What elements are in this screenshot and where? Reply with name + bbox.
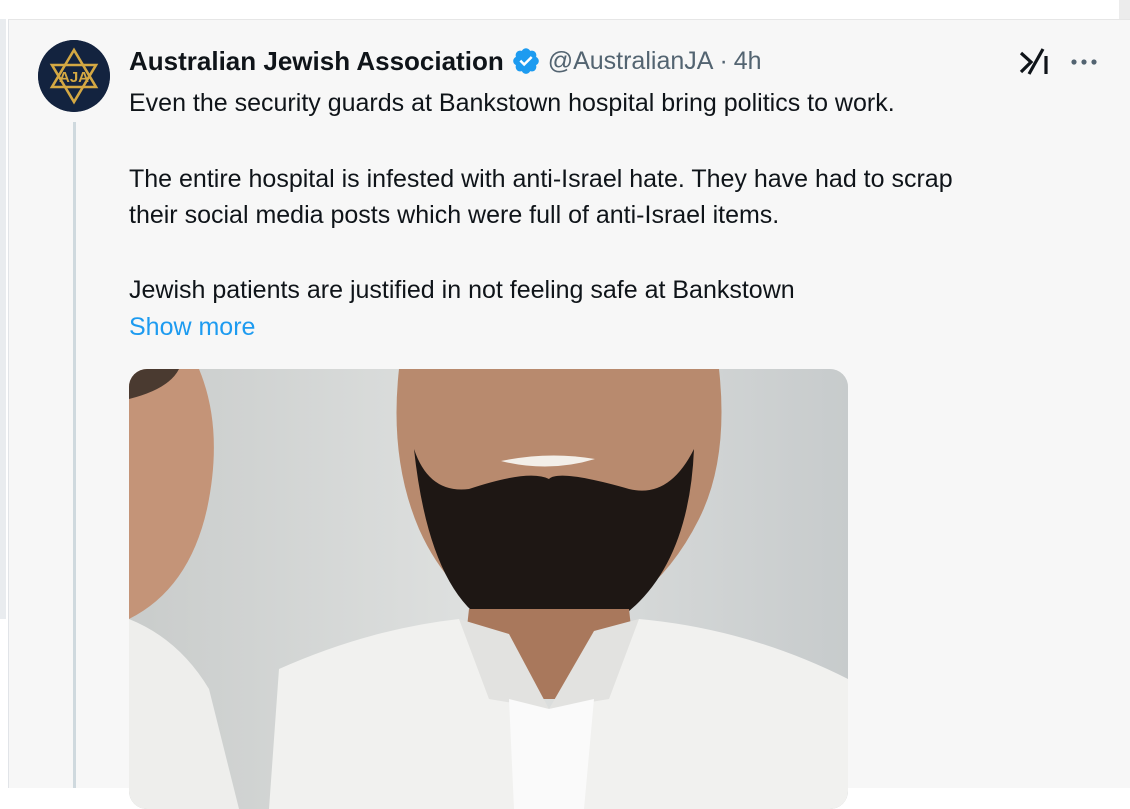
grok-icon[interactable] bbox=[1016, 44, 1052, 80]
post-text-line-3: their social media posts which were full… bbox=[129, 201, 780, 229]
post-text-line-2: The entire hospital is infested with ant… bbox=[129, 165, 953, 193]
author-handle[interactable]: @AustralianJA bbox=[548, 47, 714, 76]
outer-scrollbar[interactable] bbox=[0, 19, 6, 619]
verified-badge-icon[interactable] bbox=[511, 46, 541, 76]
author-name[interactable]: Australian Jewish Association bbox=[129, 46, 504, 77]
post-time[interactable]: 4h bbox=[734, 47, 762, 76]
photo-illustration bbox=[129, 369, 848, 809]
post-media-image[interactable] bbox=[129, 369, 848, 809]
star-of-david-logo-icon: AJA bbox=[38, 40, 110, 112]
post-text-line-4: Jewish patients are justified in not fee… bbox=[129, 276, 795, 304]
more-options-icon[interactable] bbox=[1068, 48, 1100, 76]
thread-line bbox=[73, 122, 76, 788]
top-strip bbox=[0, 0, 1130, 19]
post-text-line-1: Even the security guards at Bankstown ho… bbox=[129, 89, 895, 117]
separator-dot: · bbox=[719, 46, 728, 75]
avatar-text: AJA bbox=[59, 69, 89, 86]
top-scrollbar[interactable] bbox=[1119, 0, 1130, 19]
post-header: Australian Jewish Association @Australia… bbox=[129, 44, 762, 78]
avatar[interactable]: AJA bbox=[38, 40, 110, 112]
show-more-link[interactable]: Show more bbox=[129, 310, 255, 345]
